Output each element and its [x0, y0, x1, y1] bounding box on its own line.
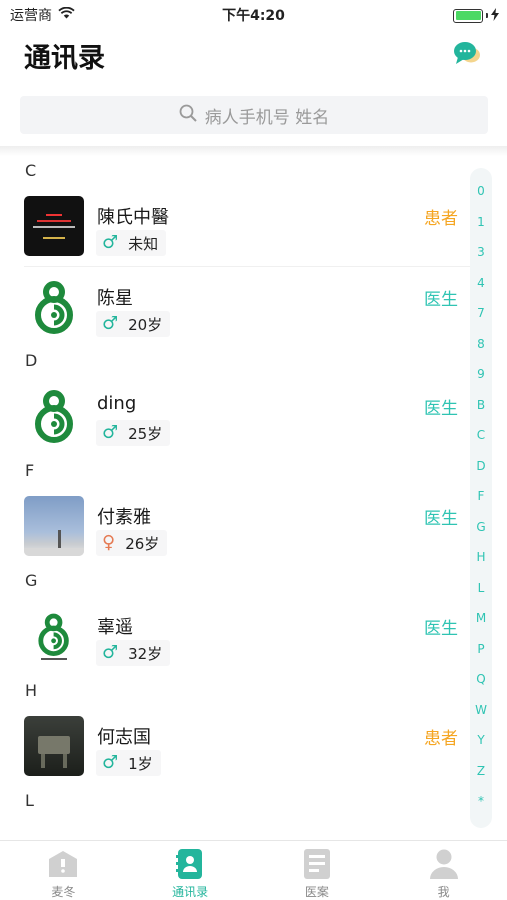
contact-meta: ♂ 未知	[96, 230, 167, 256]
person-icon	[427, 847, 461, 880]
tab-label: 麦冬	[51, 885, 76, 899]
page-title: 通讯录	[24, 43, 105, 74]
chat-icon[interactable]	[453, 40, 483, 68]
section-header-d: D	[25, 351, 38, 370]
role-badge: 医生	[424, 290, 458, 310]
tab-bar: 麦冬 通讯录 医案 我	[0, 840, 507, 900]
male-icon: ♂	[102, 422, 119, 443]
contact-name: 陈星	[97, 288, 133, 309]
contact-avatar	[24, 606, 84, 666]
index-letter[interactable]: L	[470, 581, 492, 595]
index-letter[interactable]: M	[470, 611, 492, 625]
index-letter[interactable]: 7	[470, 306, 492, 320]
tab-label: 医案	[304, 885, 329, 899]
contact-meta: ♂ 32岁	[96, 640, 171, 666]
index-letter[interactable]: H	[470, 550, 492, 564]
contact-age: 1岁	[128, 754, 153, 773]
contact-name: 辜遥	[97, 617, 133, 638]
battery-icon	[453, 8, 483, 23]
male-icon: ♂	[102, 313, 119, 334]
role-badge: 患者	[424, 209, 458, 229]
header-shadow	[0, 146, 507, 156]
tab-label: 通讯录	[172, 885, 209, 899]
alphabet-index[interactable]: 0 1 3 4 7 8 9 B C D F G H L M P Q W Y Z *	[470, 168, 492, 828]
index-letter[interactable]: Y	[470, 733, 492, 747]
contact-avatar	[24, 716, 84, 776]
index-letter[interactable]: 4	[470, 276, 492, 290]
index-letter[interactable]: G	[470, 520, 492, 534]
contact-row[interactable]: 陳氏中醫 ♂ 未知 患者	[24, 186, 470, 266]
search-placeholder: 病人手机号 姓名	[204, 107, 330, 128]
contact-age: 未知	[128, 234, 159, 253]
contact-row[interactable]: 付素雅 ♀ 26岁 医生	[24, 486, 470, 566]
index-letter[interactable]: C	[470, 428, 492, 442]
section-header-c: C	[25, 161, 37, 180]
battery-area	[453, 6, 499, 25]
female-icon: ♀	[102, 532, 116, 553]
contacts-icon	[173, 847, 207, 880]
index-letter[interactable]: 0	[470, 184, 492, 198]
contact-age: 25岁	[128, 424, 163, 443]
contact-name: ding	[97, 393, 137, 414]
section-header-g: G	[25, 571, 38, 590]
contact-row[interactable]: 辜遥 ♂ 32岁 医生	[24, 596, 470, 676]
index-letter[interactable]: 8	[470, 337, 492, 351]
contact-avatar	[24, 386, 84, 446]
male-icon: ♂	[102, 232, 119, 253]
house-icon	[46, 847, 80, 880]
tab-person[interactable]: 我	[380, 841, 507, 900]
section-header-l: L	[25, 791, 34, 810]
contact-age: 20岁	[128, 315, 163, 334]
contact-age: 32岁	[128, 644, 163, 663]
index-letter[interactable]: Z	[470, 764, 492, 778]
contact-row[interactable]: ding ♂ 25岁 医生	[24, 376, 470, 456]
tab-contacts[interactable]: 通讯录	[127, 841, 254, 900]
status-time: 下午4:20	[222, 8, 285, 24]
tab-house[interactable]: 麦冬	[0, 841, 127, 900]
index-letter[interactable]: *	[470, 794, 492, 808]
male-icon: ♂	[102, 642, 119, 663]
contact-avatar	[24, 277, 84, 337]
search-icon	[179, 104, 197, 126]
index-letter[interactable]: 1	[470, 215, 492, 229]
contact-age: 26岁	[125, 534, 160, 553]
contact-row[interactable]: 何志国 ♂ 1岁 患者	[24, 706, 470, 786]
role-badge: 医生	[424, 399, 458, 419]
index-letter[interactable]: 9	[470, 367, 492, 381]
section-header-h: H	[25, 681, 38, 700]
index-letter[interactable]: W	[470, 703, 492, 717]
header: 通讯录	[0, 28, 507, 84]
contact-meta: ♂ 20岁	[96, 311, 171, 337]
male-icon: ♂	[102, 752, 119, 773]
index-letter[interactable]: P	[470, 642, 492, 656]
index-letter[interactable]: F	[470, 489, 492, 503]
contact-list[interactable]: C 陳氏中醫 ♂ 未知 患者 陈星 ♂ 20岁 医生 D ding ♂ 25岁 …	[0, 156, 470, 841]
index-letter[interactable]: Q	[470, 672, 492, 686]
index-letter[interactable]: B	[470, 398, 492, 412]
tab-medical-record[interactable]: 医案	[254, 841, 381, 900]
contact-row[interactable]: 陈星 ♂ 20岁 医生	[24, 266, 470, 346]
contact-meta: ♂ 25岁	[96, 420, 171, 446]
role-badge: 医生	[424, 509, 458, 529]
tab-label: 我	[437, 885, 450, 899]
contact-name: 陳氏中醫	[97, 207, 169, 228]
charging-icon	[491, 6, 499, 25]
medical-record-icon	[300, 847, 334, 880]
contact-avatar	[24, 196, 84, 256]
status-bar: 运营商 下午4:20	[0, 0, 507, 28]
contact-name: 付素雅	[97, 507, 151, 528]
contact-name: 何志国	[97, 727, 151, 748]
section-header-f: F	[25, 461, 35, 480]
index-letter[interactable]: 3	[470, 245, 492, 259]
contact-avatar	[24, 496, 84, 556]
index-letter[interactable]: D	[470, 459, 492, 473]
role-badge: 患者	[424, 729, 458, 749]
role-badge: 医生	[424, 619, 458, 639]
contact-meta: ♀ 26岁	[96, 530, 168, 556]
contact-meta: ♂ 1岁	[96, 750, 161, 776]
search-bar[interactable]: 病人手机号 姓名	[20, 96, 488, 134]
